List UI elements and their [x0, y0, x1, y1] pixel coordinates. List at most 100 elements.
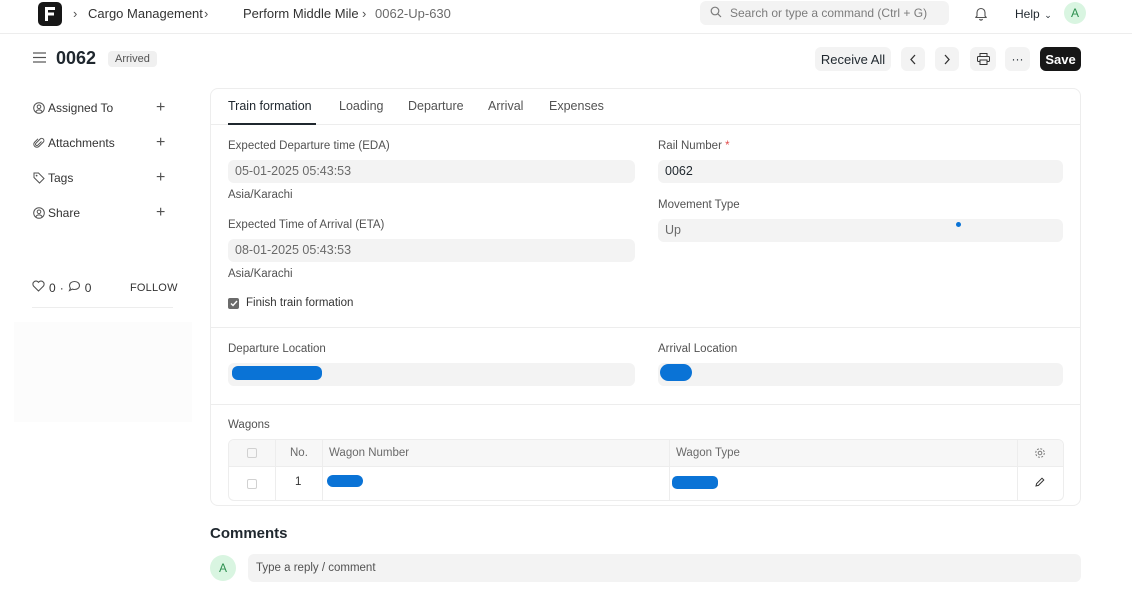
form-tabs: Train formation Loading Departure Arriva… [211, 89, 1080, 125]
active-tab-indicator [228, 123, 316, 125]
sidebar-item-label: Share [48, 206, 81, 220]
column-divider [669, 440, 670, 500]
eda-field[interactable]: 05-01-2025 05:43:53 [228, 160, 635, 183]
chevron-right-icon [944, 54, 950, 64]
app-logo[interactable] [38, 2, 62, 26]
next-doc-button[interactable] [935, 47, 959, 71]
movement-type-label: Movement Type [658, 199, 740, 211]
share-user-icon [32, 207, 45, 220]
receive-all-button[interactable]: Receive All [815, 47, 891, 71]
tab-arrival[interactable]: Arrival [488, 99, 523, 113]
user-circle-icon [32, 102, 45, 115]
help-dropdown[interactable]: Help ⌄ [1015, 7, 1052, 21]
gear-icon[interactable] [1034, 447, 1046, 462]
eta-field[interactable]: 08-01-2025 05:43:53 [228, 239, 635, 262]
sidebar-blank-area [14, 322, 192, 422]
tab-train-formation[interactable]: Train formation [228, 99, 312, 113]
redacted-value [660, 364, 692, 381]
redacted-wagon-type[interactable] [672, 476, 718, 489]
dot-separator: · [59, 280, 64, 295]
chevron-right-icon: › [362, 6, 367, 21]
chevron-down-icon: ⌄ [1041, 10, 1052, 20]
sidebar-item-label: Assigned To [48, 101, 114, 115]
more-actions-button[interactable]: ··· [1005, 47, 1030, 71]
add-share-button[interactable]: + [156, 205, 165, 221]
chevron-right-icon: › [204, 6, 209, 21]
sidebar-item-label: Attachments [48, 136, 115, 150]
wagons-label: Wagons [228, 419, 270, 431]
eta-label: Expected Time of Arrival (ETA) [228, 219, 385, 231]
comment-icon[interactable] [68, 280, 81, 295]
eta-timezone: Asia/Karachi [228, 268, 293, 280]
edit-pencil-icon[interactable] [1035, 476, 1045, 490]
movement-type-select[interactable]: Up [658, 219, 1063, 242]
checkmark-icon [230, 300, 238, 307]
comment-input[interactable] [248, 554, 1081, 582]
comments-count: 0 [84, 280, 92, 295]
page-title: 0062 [56, 48, 97, 68]
rail-number-label: Rail Number * [658, 140, 730, 152]
breadcrumb-cargo-management[interactable]: Cargo Management [88, 6, 203, 21]
search-bar[interactable] [700, 1, 949, 25]
printer-icon [976, 53, 990, 65]
sidebar-item-tags[interactable]: Tags [32, 171, 73, 185]
wagons-table: No. Wagon Number Wagon Type 1 [228, 439, 1064, 501]
row-checkbox[interactable] [247, 479, 257, 489]
navbar: › Cargo Management › Perform Middle Mile… [0, 0, 1132, 34]
departure-location-field[interactable] [228, 363, 635, 386]
departure-location-label: Departure Location [228, 343, 326, 355]
tab-expenses[interactable]: Expenses [549, 99, 604, 113]
redacted-value [232, 366, 322, 380]
bell-icon[interactable] [974, 6, 988, 24]
required-asterisk: * [725, 140, 730, 152]
column-divider [275, 440, 276, 500]
follow-button[interactable]: FOLLOW [130, 282, 178, 294]
column-divider [322, 440, 323, 500]
eda-label: Expected Departure time (EDA) [228, 140, 390, 152]
comment-avatar: A [210, 555, 236, 581]
search-icon [710, 6, 722, 21]
paperclip-icon [32, 137, 45, 150]
search-input[interactable] [730, 4, 940, 22]
status-badge: Arrived [108, 51, 157, 67]
add-attachment-button[interactable]: + [156, 135, 165, 151]
help-label: Help [1015, 7, 1040, 21]
comments-heading: Comments [210, 525, 288, 542]
chevron-left-icon [910, 54, 916, 64]
arrival-location-field[interactable] [658, 363, 1063, 386]
row-number: 1 [295, 476, 302, 488]
sidebar-item-attachments[interactable]: Attachments [32, 136, 115, 150]
sidebar-item-assigned-to[interactable]: Assigned To [32, 101, 113, 115]
column-divider [1017, 440, 1018, 500]
previous-doc-button[interactable] [901, 47, 925, 71]
tab-departure[interactable]: Departure [408, 99, 464, 113]
sidebar-item-share[interactable]: Share [32, 206, 80, 220]
sidebar-toggle-icon[interactable] [33, 52, 46, 66]
breadcrumb-perform-middle-mile[interactable]: Perform Middle Mile [243, 6, 359, 21]
arrival-location-label: Arrival Location [658, 343, 738, 355]
sidebar-divider [32, 307, 173, 308]
column-header-no: No. [290, 447, 308, 459]
rail-number-field[interactable]: 0062 [658, 160, 1063, 183]
finish-train-formation-label[interactable]: Finish train formation [246, 297, 353, 309]
redacted-wagon-number[interactable] [327, 475, 363, 487]
select-indicator-dot [956, 222, 961, 227]
save-button[interactable]: Save [1040, 47, 1081, 71]
breadcrumb-current-doc[interactable]: 0062-Up-630 [375, 6, 451, 21]
heart-icon[interactable] [32, 280, 45, 295]
column-header-wagon-number: Wagon Number [329, 447, 410, 459]
add-assignee-button[interactable]: + [156, 100, 165, 116]
add-tag-button[interactable]: + [156, 170, 165, 186]
sidebar-item-label: Tags [48, 171, 74, 185]
chevron-right-icon: › [73, 6, 78, 21]
eda-timezone: Asia/Karachi [228, 189, 293, 201]
form-card: Train formation Loading Departure Arriva… [210, 88, 1081, 506]
select-all-checkbox[interactable] [247, 448, 257, 458]
section-divider [211, 327, 1080, 328]
tab-loading[interactable]: Loading [339, 99, 384, 113]
user-avatar[interactable]: A [1064, 2, 1086, 24]
likes-comments-summary: 0 · 0 [32, 280, 95, 295]
finish-train-formation-checkbox[interactable] [228, 298, 239, 309]
print-button[interactable] [970, 47, 996, 71]
tag-icon [32, 172, 45, 185]
